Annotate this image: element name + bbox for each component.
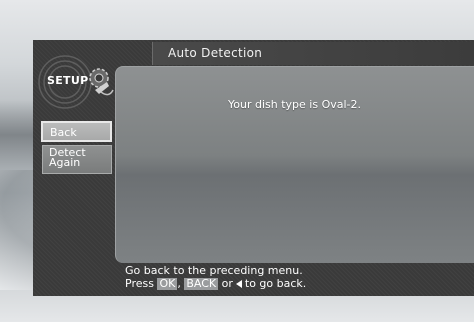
setup-label: SETUP [47,74,89,87]
help-line-2: Press OK, BACK or to go back. [125,277,306,290]
page-title: Auto Detection [168,46,263,60]
back-button-label: Back [50,126,77,139]
left-arrow-icon [235,280,242,288]
content-panel [115,66,474,263]
help-press: Press [125,277,154,290]
help-suffix: to go back. [244,277,307,290]
help-or: or [221,277,233,290]
back-key: BACK [184,277,219,290]
dish-type-message: Your dish type is Oval-2. [228,98,361,111]
tv-screen: Auto Detection SETUP Your dish type is O… [0,0,474,322]
satellite-gear-icon [89,68,114,96]
help-text: Go back to the preceding menu. Press OK,… [125,264,306,290]
help-line-1: Go back to the preceding menu. [125,264,303,277]
detect-again-button[interactable]: Detect Again [42,145,112,174]
back-button[interactable]: Back [41,121,112,142]
help-separator: , [177,277,181,290]
ok-key: OK [157,277,178,290]
detect-again-button-label: Detect Again [49,146,86,169]
